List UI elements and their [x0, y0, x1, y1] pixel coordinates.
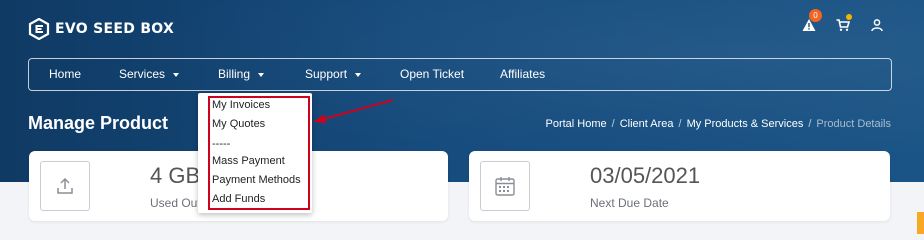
logo-mark-icon — [28, 18, 50, 40]
usage-label: Used Out — [150, 196, 201, 210]
due-date-card: 03/05/2021 Next Due Date — [469, 151, 890, 221]
chevron-down-icon — [355, 72, 362, 77]
due-date-label: Next Due Date — [590, 196, 669, 210]
upload-icon-box — [40, 161, 90, 211]
cart-icon — [836, 19, 850, 31]
nav-home-label: Home — [49, 67, 82, 81]
user-icon — [871, 19, 883, 32]
upload-icon — [57, 177, 73, 194]
nav-support-label: Support — [305, 67, 348, 81]
due-date-value: 03/05/2021 — [590, 163, 701, 188]
nav-open-ticket[interactable]: Open Ticket — [400, 59, 464, 90]
nav-affiliates-label: Affiliates — [500, 67, 546, 81]
menu-item-my-invoices[interactable]: My Invoices — [212, 98, 270, 112]
nav-services[interactable]: Services — [119, 59, 180, 90]
usage-value: 4 GB — [150, 163, 201, 188]
breadcrumb-portal-home[interactable]: Portal Home — [546, 118, 607, 130]
breadcrumb-client-area[interactable]: Client Area — [620, 118, 674, 130]
top-icons: 0 — [802, 9, 884, 32]
main-navbar: Home Services Billing Support Open Ticke… — [28, 58, 892, 91]
account-button[interactable] — [870, 18, 884, 32]
breadcrumb-separator: / — [678, 118, 682, 130]
brand-logo[interactable]: EVO SEED BOX — [28, 17, 174, 41]
breadcrumb: Portal Home / Client Area / My Products & Se… — [546, 118, 892, 130]
menu-item-mass-payment[interactable]: Mass Payment — [212, 154, 285, 168]
breadcrumb-current: Product Details — [816, 118, 891, 130]
breadcrumb-separator: / — [808, 118, 812, 130]
calendar-icon-box — [480, 161, 530, 211]
billing-dropdown-menu: My Invoices My Quotes ----- Mass Payment… — [198, 93, 312, 213]
menu-item-payment-methods[interactable]: Payment Methods — [212, 173, 301, 187]
cart-button[interactable] — [836, 14, 852, 32]
notifications-button[interactable]: 0 — [802, 9, 822, 32]
nav-billing[interactable]: Billing — [218, 59, 265, 90]
menu-item-my-quotes[interactable]: My Quotes — [212, 117, 265, 131]
notification-badge: 0 — [809, 9, 822, 22]
chevron-down-icon — [258, 72, 265, 77]
page-title: Manage Product — [28, 113, 169, 133]
menu-divider: ----- — [212, 138, 231, 150]
breadcrumb-my-products[interactable]: My Products & Services — [687, 118, 804, 130]
chevron-down-icon — [173, 72, 180, 77]
menu-item-add-funds[interactable]: Add Funds — [212, 192, 265, 206]
nav-billing-label: Billing — [218, 67, 251, 81]
nav-affiliates[interactable]: Affiliates — [500, 59, 545, 90]
brand-name: EVO SEED BOX — [55, 21, 175, 37]
nav-open-ticket-label: Open Ticket — [400, 67, 465, 81]
breadcrumb-separator: / — [611, 118, 615, 130]
nav-home[interactable]: Home — [49, 59, 81, 90]
side-accent-tab[interactable] — [917, 212, 924, 234]
cart-dot — [846, 14, 852, 20]
nav-support[interactable]: Support — [305, 59, 362, 90]
calendar-icon — [495, 177, 515, 196]
nav-services-label: Services — [119, 67, 166, 81]
